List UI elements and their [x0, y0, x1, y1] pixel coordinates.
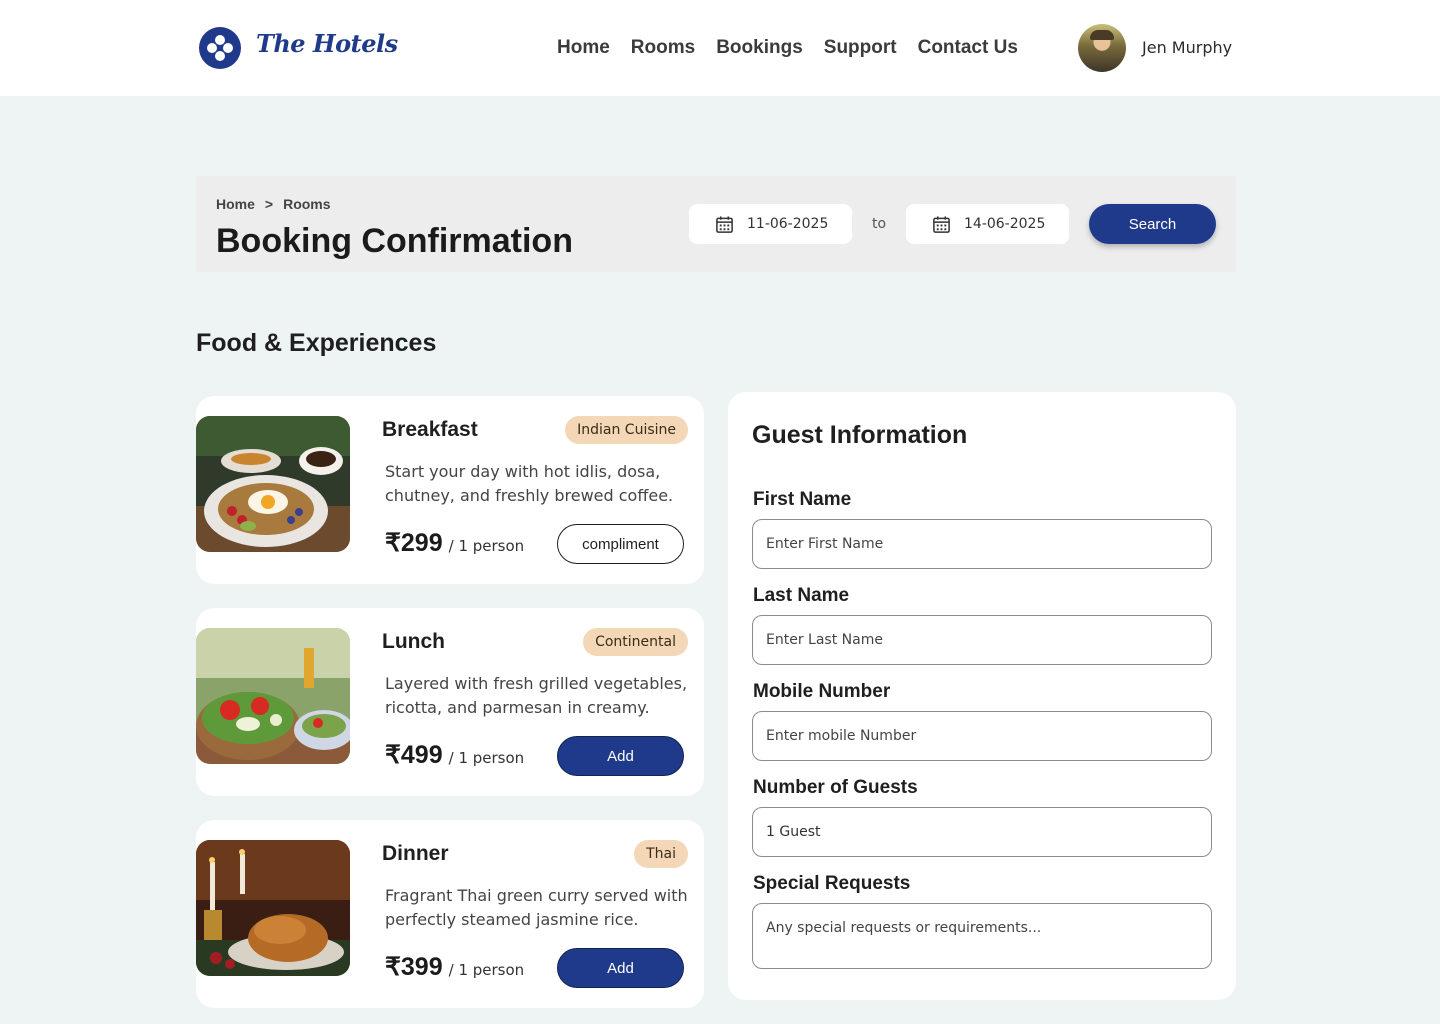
- search-button[interactable]: Search: [1089, 204, 1216, 244]
- price-value: ₹299: [385, 529, 443, 557]
- guest-information-card: Guest Information First Name Last Name M…: [728, 392, 1236, 1000]
- page-title: Booking Confirmation: [216, 222, 573, 260]
- food-description: Layered with fresh grilled vegetables, r…: [385, 674, 688, 717]
- breakfast-image: [196, 416, 350, 552]
- food-card-breakfast: Breakfast Indian Cuisine Start your day …: [196, 396, 704, 584]
- user-avatar[interactable]: [1078, 24, 1126, 72]
- food-price: ₹499 / 1 person: [385, 740, 524, 770]
- mobile-number-label: Mobile Number: [753, 681, 891, 702]
- nav-rooms[interactable]: Rooms: [631, 37, 695, 59]
- food-name: Lunch: [382, 630, 445, 653]
- brand-logo-icon[interactable]: [199, 27, 241, 69]
- top-navbar: The Hotels Home Rooms Bookings Support C…: [0, 0, 1440, 96]
- special-requests-field[interactable]: [752, 903, 1212, 969]
- price-unit: / 1 person: [448, 537, 525, 555]
- nav-support[interactable]: Support: [824, 37, 897, 59]
- mobile-number-field[interactable]: [752, 711, 1212, 761]
- breadcrumb-separator: >: [264, 196, 274, 212]
- lunch-image: [196, 628, 350, 764]
- special-requests-label: Special Requests: [753, 873, 911, 894]
- check-out-date-picker[interactable]: 14-06-2025: [906, 204, 1069, 244]
- price-value: ₹399: [385, 953, 443, 981]
- breadcrumb: Home > Rooms: [216, 196, 331, 212]
- last-name-field[interactable]: [752, 615, 1212, 665]
- food-name: Dinner: [382, 842, 449, 865]
- brand-name[interactable]: The Hotels: [256, 29, 398, 58]
- breadcrumb-rooms[interactable]: Rooms: [283, 196, 330, 212]
- food-name: Breakfast: [382, 418, 478, 441]
- first-name-label: First Name: [753, 489, 852, 510]
- last-name-label: Last Name: [753, 585, 850, 606]
- calendar-icon: [716, 215, 733, 233]
- add-dinner-button[interactable]: Add: [557, 948, 684, 988]
- food-price: ₹299 / 1 person: [385, 528, 524, 558]
- section-title: Food & Experiences: [196, 329, 437, 357]
- food-card-lunch: Lunch Continental Layered with fresh gri…: [196, 608, 704, 796]
- calendar-icon: [933, 215, 950, 233]
- price-unit: / 1 person: [448, 749, 525, 767]
- food-price: ₹399 / 1 person: [385, 952, 524, 982]
- food-card-dinner: Dinner Thai Fragrant Thai green curry se…: [196, 820, 704, 1008]
- compliment-button[interactable]: compliment: [557, 524, 684, 564]
- number-of-guests-select[interactable]: 1 Guest: [752, 807, 1212, 857]
- cuisine-tag: Indian Cuisine: [565, 416, 688, 444]
- main-nav: Home Rooms Bookings Support Contact Us: [557, 37, 1018, 59]
- cuisine-tag: Thai: [634, 840, 688, 868]
- food-description: Start your day with hot idlis, dosa, chu…: [385, 462, 674, 505]
- check-in-date: 11-06-2025: [747, 216, 829, 232]
- booking-header: Home > Rooms Booking Confirmation 11-06-…: [196, 176, 1236, 272]
- nav-home[interactable]: Home: [557, 37, 610, 59]
- number-of-guests-label: Number of Guests: [753, 777, 918, 798]
- price-value: ₹499: [385, 741, 443, 769]
- price-unit: / 1 person: [448, 961, 525, 979]
- check-out-date: 14-06-2025: [964, 216, 1046, 232]
- date-range-separator: to: [872, 216, 887, 232]
- guest-info-title: Guest Information: [752, 421, 968, 449]
- user-name[interactable]: Jen Murphy: [1142, 38, 1232, 57]
- dinner-image: [196, 840, 350, 976]
- nav-bookings[interactable]: Bookings: [716, 37, 803, 59]
- nav-contact-us[interactable]: Contact Us: [918, 37, 1018, 59]
- food-description: Fragrant Thai green curry served with pe…: [385, 886, 688, 929]
- check-in-date-picker[interactable]: 11-06-2025: [689, 204, 852, 244]
- cuisine-tag: Continental: [583, 628, 688, 656]
- first-name-field[interactable]: [752, 519, 1212, 569]
- breadcrumb-home[interactable]: Home: [216, 196, 255, 212]
- add-lunch-button[interactable]: Add: [557, 736, 684, 776]
